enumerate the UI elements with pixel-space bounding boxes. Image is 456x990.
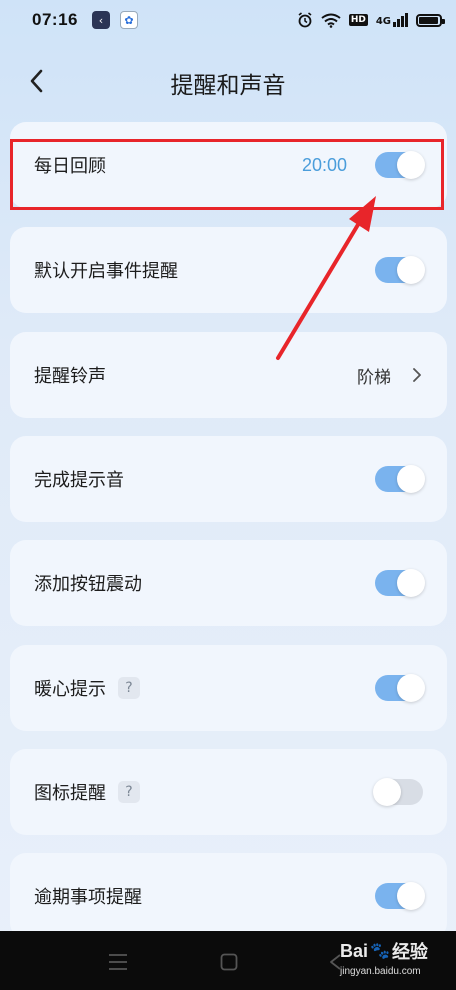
row-label: 添加按钮震动 bbox=[34, 574, 142, 595]
settings-row-completion-sound[interactable]: 完成提示音 bbox=[10, 436, 447, 522]
row-label: 完成提示音 bbox=[34, 470, 124, 491]
app-notification-icon: ‹ bbox=[91, 11, 110, 29]
toggle-knob bbox=[397, 151, 425, 179]
icon-reminder-toggle[interactable] bbox=[373, 778, 423, 806]
settings-row-overdue-reminder[interactable]: 逾期事项提醒 bbox=[10, 853, 447, 939]
page-title: 提醒和声音 bbox=[170, 73, 286, 99]
baidu-jingyan-logo: Bai 🐾 经验 bbox=[340, 936, 448, 966]
toggle-knob bbox=[397, 882, 425, 910]
toggle-knob bbox=[397, 465, 425, 493]
status-time: 07:16 bbox=[32, 10, 78, 29]
completion-sound-toggle[interactable] bbox=[375, 465, 425, 493]
toggle-knob bbox=[373, 778, 401, 806]
network-label: 4G bbox=[375, 16, 391, 27]
help-icon[interactable]: ? bbox=[118, 781, 140, 803]
recent-apps-icon[interactable] bbox=[108, 953, 128, 971]
header: 提醒和声音 bbox=[0, 52, 456, 112]
row-label: 提醒铃声 bbox=[34, 366, 106, 387]
wifi-icon bbox=[321, 13, 341, 28]
toggle-knob bbox=[397, 569, 425, 597]
logo-text-bai: Bai bbox=[340, 940, 369, 961]
hd-badge: HD bbox=[348, 14, 368, 26]
baidu-notification-icon: ✿ bbox=[119, 11, 138, 29]
status-icons: HD 4G bbox=[297, 12, 445, 28]
row-label: 暖心提示 bbox=[34, 679, 106, 700]
paw-icon: 🐾 bbox=[370, 943, 390, 960]
settings-row-daily-review[interactable]: 每日回顾 20:00 bbox=[10, 122, 447, 208]
warm-tips-toggle[interactable] bbox=[375, 674, 425, 702]
settings-row-default-event-reminder[interactable]: 默认开启事件提醒 bbox=[10, 227, 447, 313]
chevron-right-icon bbox=[413, 368, 421, 382]
signal-icon bbox=[393, 13, 408, 27]
settings-row-icon-reminder[interactable]: 图标提醒 ? bbox=[10, 749, 447, 835]
home-icon[interactable] bbox=[220, 953, 238, 971]
default-event-reminder-toggle[interactable] bbox=[375, 256, 425, 284]
ringtone-value: 阶梯 bbox=[357, 367, 391, 388]
row-label: 每日回顾 bbox=[34, 156, 106, 177]
battery-icon bbox=[416, 13, 445, 27]
daily-review-toggle[interactable] bbox=[375, 151, 425, 179]
settings-row-button-vibration[interactable]: 添加按钮震动 bbox=[10, 540, 447, 626]
logo-text-jingyan: 经验 bbox=[391, 942, 428, 962]
row-label: 逾期事项提醒 bbox=[34, 887, 142, 908]
row-label: 图标提醒 bbox=[34, 783, 106, 804]
toggle-knob bbox=[397, 674, 425, 702]
row-label: 默认开启事件提醒 bbox=[34, 261, 178, 282]
help-icon[interactable]: ? bbox=[118, 677, 140, 699]
alarm-icon bbox=[298, 12, 312, 28]
status-bar: 07:16 ‹ ✿ HD 4G bbox=[0, 0, 456, 40]
overdue-reminder-toggle[interactable] bbox=[375, 882, 425, 910]
settings-row-warm-tips[interactable]: 暖心提示 ? bbox=[10, 645, 447, 731]
button-vibration-toggle[interactable] bbox=[375, 569, 425, 597]
toggle-knob bbox=[397, 256, 425, 284]
daily-review-time[interactable]: 20:00 bbox=[302, 155, 347, 176]
settings-row-reminder-ringtone[interactable]: 提醒铃声 阶梯 bbox=[10, 332, 447, 418]
watermark-url: jingyan.baidu.com bbox=[340, 966, 421, 977]
